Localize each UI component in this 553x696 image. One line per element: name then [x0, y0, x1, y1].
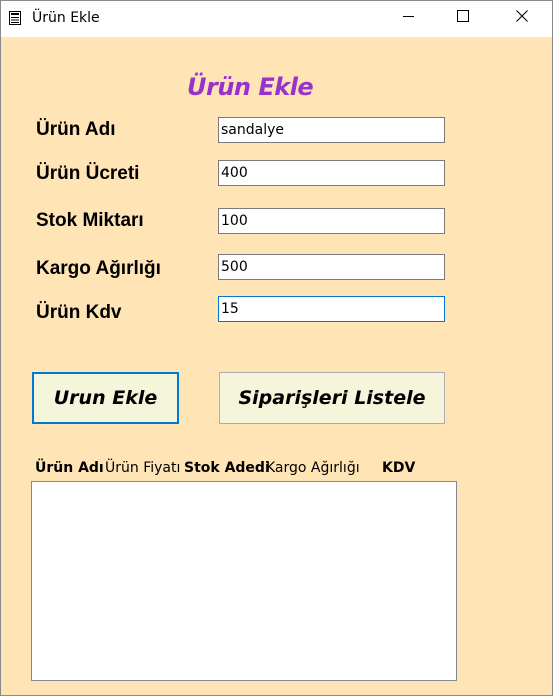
column-header-shipping-weight: Kargo Ağırlığı: [266, 460, 360, 476]
minimize-icon: [402, 9, 414, 27]
close-button[interactable]: [499, 1, 545, 35]
orders-list[interactable]: [31, 481, 457, 681]
form-icon: [9, 11, 21, 25]
shipping-weight-input[interactable]: [218, 254, 445, 280]
column-header-product-name: Ürün Adı: [35, 460, 104, 476]
product-name-input[interactable]: [218, 117, 445, 143]
add-product-button[interactable]: Urun Ekle: [32, 372, 179, 424]
column-header-stock-count: Stok Adedi: [184, 460, 270, 476]
product-price-label: Ürün Ücreti: [36, 163, 140, 184]
product-name-label: Ürün Adı: [36, 119, 116, 140]
shipping-weight-label: Kargo Ağırlığı: [36, 258, 161, 279]
title-bar[interactable]: Ürün Ekle: [1, 1, 552, 37]
maximize-button[interactable]: [440, 1, 486, 35]
column-header-vat: KDV: [382, 460, 416, 476]
list-orders-button[interactable]: Siparişleri Listele: [219, 372, 445, 424]
column-header-product-price: Ürün Fiyatı: [105, 460, 181, 476]
form-heading: Ürün Ekle: [187, 73, 314, 101]
window-title: Ürün Ekle: [32, 10, 100, 26]
product-price-input[interactable]: [218, 160, 445, 186]
product-vat-input[interactable]: [218, 296, 445, 322]
app-window: Ürün Ekle Ürün Ekle Ürün Adı Ürün Ücreti…: [0, 0, 553, 696]
stock-quantity-label: Stok Miktarı: [36, 210, 144, 231]
form-body: Ürün Ekle Ürün Adı Ürün Ücreti Stok Mikt…: [1, 37, 552, 695]
maximize-icon: [457, 9, 469, 27]
minimize-button[interactable]: [385, 1, 431, 35]
close-icon: [516, 9, 528, 27]
stock-quantity-input[interactable]: [218, 208, 445, 234]
product-vat-label: Ürün Kdv: [36, 302, 122, 323]
